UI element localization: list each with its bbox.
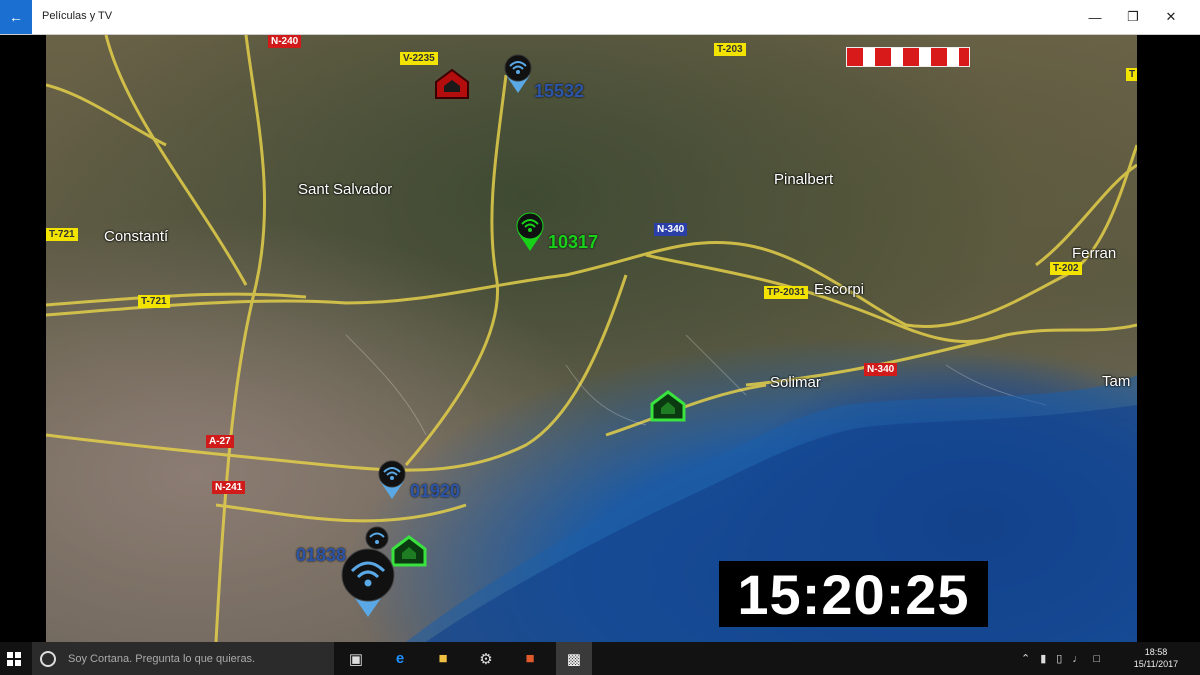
road-network [46,35,1137,642]
restore-icon: ❐ [1127,9,1139,24]
clock-time: 15:20:25 [737,562,970,626]
house-ok-icon [650,390,686,422]
edge-icon: e [395,650,405,667]
road-label: T-721 [138,295,170,308]
task-view-button[interactable]: ▣ [338,642,374,675]
tray-date: 15/11/2017 [1133,659,1179,669]
title-bar: ← Películas y TV — ❐ ✕ [0,0,1200,35]
road-label: A-27 [206,435,234,448]
road-label: TP-2031 [764,286,809,299]
minimize-button[interactable]: — [1076,0,1114,34]
cortana-search[interactable]: Soy Cortana. Pregunta lo que quieras. [32,642,334,675]
place-sant-salvador: Sant Salvador [298,181,393,198]
cortana-icon [40,650,56,667]
place-pinalbert: Pinalbert [774,171,834,188]
place-tam: Tam [1102,373,1131,390]
barrier-stripe-icon [846,47,970,67]
wifi-pin-icon [504,54,532,93]
tray-clock[interactable]: 18:58 15/11/2017 [1126,646,1186,670]
edge-button[interactable]: e [382,642,418,675]
clock-overlay: 15:20:25 [719,561,988,627]
notifications-icon[interactable]: □ [1093,653,1100,665]
marker-id-label: 10317 [548,232,599,252]
tray-time: 18:58 [1144,647,1168,657]
road-label: T-203 [714,43,746,56]
road-label: N-340 [654,223,688,236]
place-escorpi: Escorpi [814,281,865,298]
back-button[interactable]: ← [0,0,32,34]
wifi-pin-icon [341,548,395,617]
road-label: V-2235 [400,52,438,65]
chevron-up-icon[interactable]: ⌃ [1021,652,1030,665]
place-constanti: Constantí [104,228,169,245]
volume-icon[interactable]: ♩ [1072,653,1083,665]
road-label: T-721 [46,228,78,241]
marker-id-label: 15532 [534,81,585,101]
window-title: Películas y TV [42,10,113,22]
place-ferran: Ferran [1072,245,1117,262]
gear-icon: ⚙ [479,650,493,668]
movies-tv-button[interactable]: ▩ [556,642,592,675]
maximize-button[interactable]: ❐ [1114,0,1152,34]
network-icon[interactable]: ▯ [1056,652,1062,665]
road-label: N-340 [864,363,898,376]
wifi-pin-icon [378,460,406,499]
powerpoint-icon: ■ [525,650,535,667]
system-tray: ⌃ ▮ ▯ ♩ □ [1016,642,1105,675]
folder-icon: ■ [438,650,448,667]
close-icon: ✕ [1165,9,1177,24]
place-solimar: Solimar [770,374,821,391]
road-label: T [1126,68,1137,81]
satellite-map: Sant Salvador Constantí Pinalbert Escorp… [46,35,1137,642]
video-player[interactable]: Sant Salvador Constantí Pinalbert Escorp… [0,35,1200,642]
close-button[interactable]: ✕ [1152,0,1190,34]
road-label: N-240 [268,35,302,48]
road-label: N-241 [212,481,246,494]
minimize-icon: — [1088,9,1102,25]
marker-id-label: 01920 [410,481,461,501]
wifi-pin-icon [516,212,544,251]
cortana-placeholder: Soy Cortana. Pregunta lo que quieras. [68,652,256,665]
task-view-icon: ▣ [348,650,364,668]
powerpoint-button[interactable]: ■ [512,642,548,675]
settings-button[interactable]: ⚙ [468,642,504,675]
clapperboard-icon: ▩ [566,650,582,668]
start-button[interactable] [0,642,28,675]
file-explorer-button[interactable]: ■ [425,642,461,675]
windows-logo-icon [7,651,21,666]
road-label: T-202 [1050,262,1082,275]
back-arrow-icon: ← [9,9,23,25]
taskbar: Soy Cortana. Pregunta lo que quieras. ▣ … [0,642,1200,675]
house-alert-icon [435,68,469,99]
battery-icon[interactable]: ▮ [1040,652,1046,665]
